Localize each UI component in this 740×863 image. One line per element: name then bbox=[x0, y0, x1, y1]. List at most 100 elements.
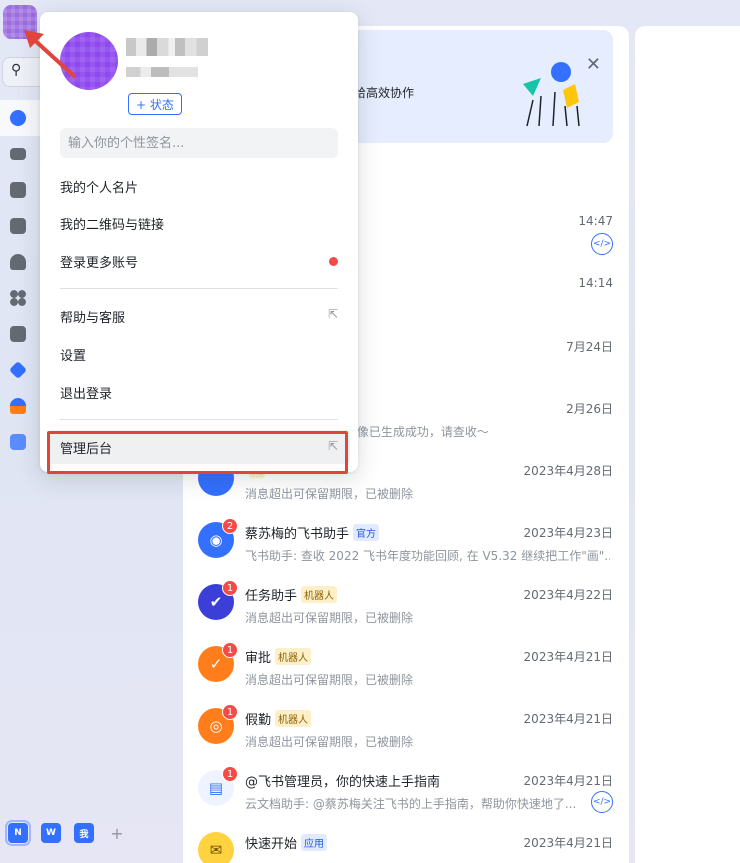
chat-name-text: 假勤 bbox=[245, 713, 272, 728]
chat-avatar: ▤ 1 bbox=[198, 766, 238, 806]
menu-divider bbox=[60, 288, 338, 289]
chat-tag: 官方 bbox=[353, 524, 380, 541]
chat-avatar: ✓ 1 bbox=[198, 642, 238, 682]
profile-popup: + 状态 我的个人名片 我的二维码与链接 登录更多账号 帮助与客服 ⇱ 设置 退出… bbox=[40, 12, 358, 472]
rail-item-premium[interactable] bbox=[0, 352, 42, 388]
user-avatar[interactable] bbox=[3, 5, 37, 39]
workspace-w[interactable]: W bbox=[41, 823, 61, 843]
chat-time: 2023年4月23日 bbox=[523, 526, 613, 540]
chat-tag: 机器人 bbox=[275, 648, 312, 665]
menu-admin-label: 管理后台 bbox=[60, 442, 113, 457]
close-icon[interactable]: ✕ bbox=[586, 54, 601, 75]
chat-name-text: @飞书管理员，你的快速上手指南 bbox=[245, 775, 441, 790]
chat-item[interactable]: ◉ 2 蔡苏梅的飞书助手 官方 2023年4月23日 飞书助手: 查收 2022 飞书年度… bbox=[183, 508, 629, 570]
external-link-icon: ⇱ bbox=[327, 439, 338, 453]
chat-name: 蔡苏梅的飞书助手 官方 bbox=[245, 523, 380, 542]
search-input[interactable]: ⚲ bbox=[2, 57, 42, 87]
status-button[interactable]: + 状态 bbox=[128, 93, 182, 115]
chat-item[interactable]: ▤ 1 @飞书管理员，你的快速上手指南 2023年4月21日云文档助手: @蔡苏梅关注… bbox=[183, 756, 629, 818]
workspace-n[interactable]: N bbox=[5, 820, 31, 846]
menu-more-accounts[interactable]: 登录更多账号 bbox=[60, 249, 338, 273]
external-link-icon: ⇱ bbox=[327, 307, 338, 321]
chat-name: 任务助手 机器人 bbox=[245, 585, 338, 604]
chat-time: 7月24日 bbox=[566, 340, 613, 354]
rail-item-apps[interactable] bbox=[0, 316, 42, 352]
rail-item-contacts[interactable] bbox=[0, 244, 42, 280]
chat-name-text: 任务助手 bbox=[245, 589, 298, 604]
chat-name: @飞书管理员，你的快速上手指南 bbox=[245, 771, 440, 790]
chat-avatar: ✔ 1 bbox=[198, 580, 238, 620]
profile-name-redacted bbox=[126, 38, 208, 56]
unread-badge: 1 bbox=[222, 580, 238, 596]
chat-name-text: 审批 bbox=[245, 651, 272, 666]
chat-time: 2023年4月28日 bbox=[523, 464, 613, 478]
chat-time: 2023年4月21日 bbox=[523, 774, 613, 788]
workspace-switcher: N W 我 + bbox=[5, 820, 127, 846]
calendar-icon bbox=[10, 182, 26, 198]
workspace-me[interactable]: 我 bbox=[74, 823, 94, 843]
chat-app-icon: </> bbox=[591, 791, 613, 813]
chat-time: 14:47 bbox=[578, 214, 613, 228]
unread-badge: 2 bbox=[222, 518, 238, 534]
chat-preview: 云文档助手: @蔡苏梅关注飞书的上手指南，帮助你快速地了... bbox=[245, 797, 577, 811]
chat-name-text: 快速开始 bbox=[245, 837, 298, 852]
chat-name: 快速开始 应用 bbox=[245, 833, 328, 852]
chat-name: 假勤 机器人 bbox=[245, 709, 312, 728]
chat-preview: 消息超出可保留期限，已被删除 bbox=[245, 611, 414, 625]
rail-nav bbox=[0, 100, 42, 460]
menu-qr-code-label: 我的二维码与链接 bbox=[60, 217, 165, 233]
menu-divider bbox=[60, 419, 338, 420]
apps-icon bbox=[10, 326, 26, 342]
menu-help-label: 帮助与客服 bbox=[60, 310, 126, 326]
chat-time: 2023年4月22日 bbox=[523, 588, 613, 602]
search-icon: ⚲ bbox=[11, 62, 22, 78]
chat-tag: 机器人 bbox=[275, 710, 312, 727]
unread-badge: 1 bbox=[222, 766, 238, 782]
menu-settings[interactable]: 设置 bbox=[60, 342, 338, 366]
rail-item-workplace[interactable] bbox=[0, 280, 42, 316]
chat-preview: 消息超出可保留期限，已被删除 bbox=[245, 487, 414, 501]
menu-more-accounts-label: 登录更多账号 bbox=[60, 255, 139, 271]
menu-admin-console[interactable]: 管理后台 ⇱ bbox=[48, 430, 350, 464]
message-icon bbox=[10, 110, 26, 126]
menu-business-card[interactable]: 我的个人名片 bbox=[60, 174, 338, 198]
chat-item[interactable]: ◎ 1 假勤 机器人 2023年4月21日 消息超出可保留期限，已被删除 bbox=[183, 694, 629, 756]
rail-item-messages[interactable] bbox=[0, 100, 42, 136]
profile-avatar[interactable] bbox=[60, 32, 118, 90]
chat-app-icon: </> bbox=[591, 233, 613, 255]
chat-name: 审批 机器人 bbox=[245, 647, 312, 666]
rail-item-calendar[interactable] bbox=[0, 172, 42, 208]
rail-item-video[interactable] bbox=[0, 136, 42, 172]
menu-business-card-label: 我的个人名片 bbox=[60, 180, 139, 196]
conversation-panel bbox=[635, 26, 740, 863]
app-grid-icon bbox=[10, 434, 26, 450]
chat-avatar: ✉ bbox=[198, 832, 234, 863]
admin-user-icon bbox=[10, 398, 26, 414]
chat-preview: 消息超出可保留期限，已被删除 bbox=[245, 735, 414, 749]
signature-input[interactable] bbox=[60, 128, 338, 158]
menu-settings-label: 设置 bbox=[60, 348, 87, 364]
chat-preview: 飞书助手: 查收 2022 飞书年度功能回顾, 在 V5.32 继续把工作"画"… bbox=[245, 549, 610, 563]
diamond-icon bbox=[8, 360, 28, 380]
unread-badge: 1 bbox=[222, 704, 238, 720]
menu-help[interactable]: 帮助与客服 ⇱ bbox=[60, 304, 338, 328]
chat-time: 14:14 bbox=[578, 276, 613, 290]
contacts-icon bbox=[10, 254, 26, 270]
menu-logout[interactable]: 退出登录 bbox=[60, 380, 338, 404]
rail-item-more-apps[interactable] bbox=[0, 424, 42, 460]
rail-item-admin[interactable] bbox=[0, 388, 42, 424]
banner-text: 给高效协作 bbox=[354, 86, 415, 100]
chat-time: 2月26日 bbox=[566, 402, 613, 416]
chat-item[interactable]: ✉ 快速开始 应用 2023年4月21日 bbox=[183, 818, 629, 863]
chat-item[interactable]: ✓ 1 审批 机器人 2023年4月21日消息超出可保留期限，已被删除 bbox=[183, 632, 629, 694]
chat-item[interactable]: ✔ 1 任务助手 机器人 2023年4月22日消息超出可保留期限，已被删除 bbox=[183, 570, 629, 632]
rail-item-docs[interactable] bbox=[0, 208, 42, 244]
left-rail: ⚲ N W 我 + bbox=[0, 0, 124, 863]
workplace-icon bbox=[10, 290, 26, 306]
chat-preview: 消息超出可保留期限，已被删除 bbox=[245, 673, 414, 687]
chat-time: 2023年4月21日 bbox=[523, 836, 613, 850]
add-workspace-button[interactable]: + bbox=[107, 823, 127, 843]
menu-qr-code[interactable]: 我的二维码与链接 bbox=[60, 211, 338, 235]
docs-icon bbox=[10, 218, 26, 234]
chat-time: 2023年4月21日 bbox=[523, 650, 613, 664]
